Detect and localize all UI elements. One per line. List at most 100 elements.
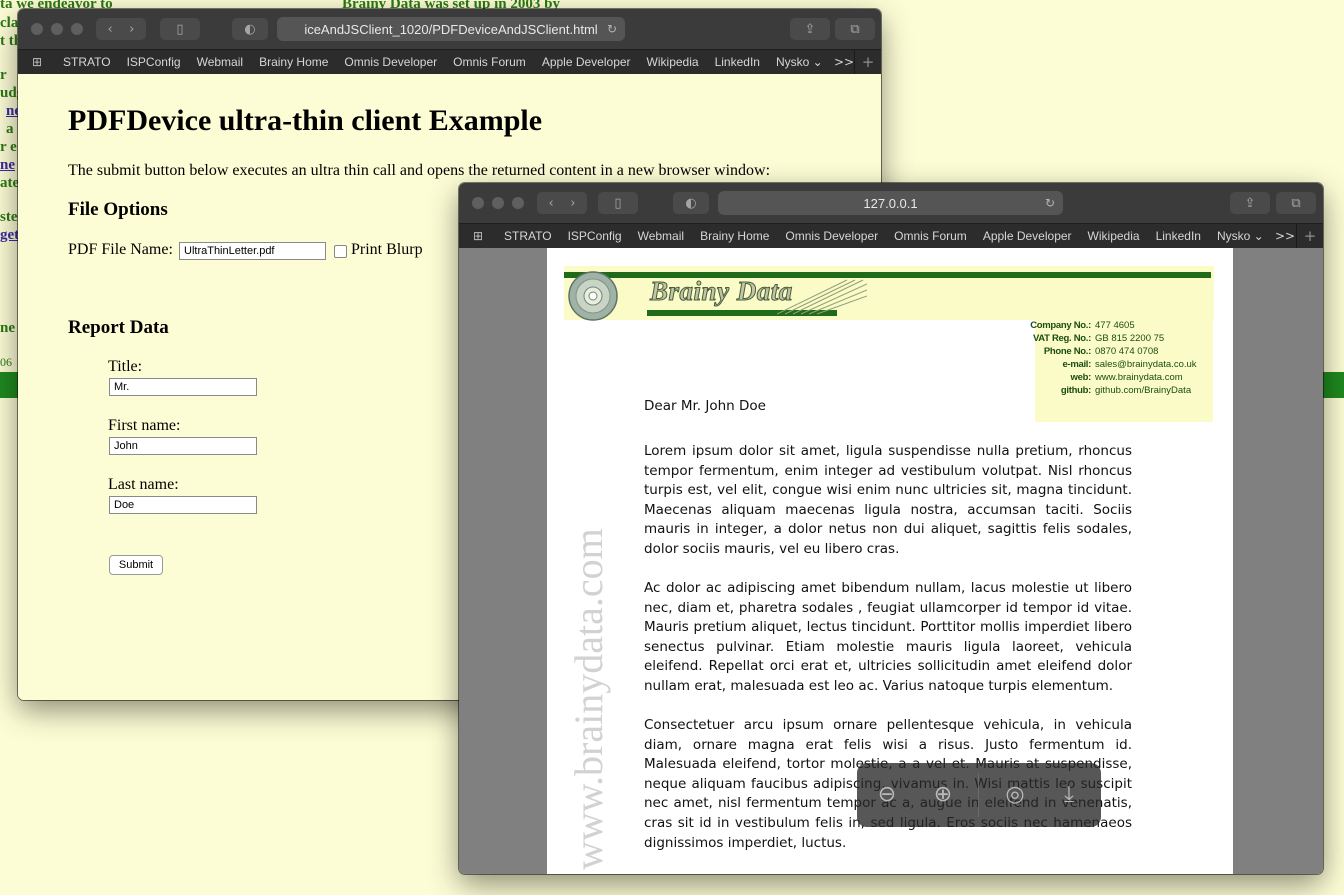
more-bookmarks-button[interactable]: >> <box>834 50 854 74</box>
download-icon[interactable]: ⤓ <box>1047 773 1091 817</box>
tabs-overview-icon[interactable]: ⧉ <box>835 18 875 40</box>
email-label: e-mail: <box>1062 359 1091 370</box>
bookmark-apple-developer[interactable]: Apple Developer <box>975 229 1080 243</box>
submit-button[interactable]: Submit <box>109 555 163 575</box>
print-blurp-checkbox[interactable] <box>334 245 347 258</box>
favorites-grid-icon[interactable]: ⊞ <box>473 229 487 243</box>
bookmark-omnis-developer[interactable]: Omnis Developer <box>777 229 886 243</box>
company-no-label: Company No.: <box>1030 320 1091 331</box>
pdf-viewer: Brainy Data Company No.: 477 4605 VAT Re… <box>459 248 1323 874</box>
close-window-button[interactable] <box>472 197 484 209</box>
letter-paragraph: Ac dolor ac adipiscing amet bibendum nul… <box>644 580 1132 694</box>
url-text: 127.0.0.1 <box>863 195 918 211</box>
bookmark-webmail[interactable]: Webmail <box>189 55 251 69</box>
more-bookmarks-button[interactable]: >> <box>1275 224 1295 248</box>
bookmark-brainy-home[interactable]: Brainy Home <box>692 229 777 243</box>
bookmark-omnis-forum[interactable]: Omnis Forum <box>445 55 534 69</box>
salutation: Dear Mr. John Doe <box>644 398 766 414</box>
github-value: github.com/BrainyData <box>1095 385 1192 396</box>
last-name-input[interactable]: Doe <box>109 496 257 514</box>
bg-text: ste <box>0 209 18 225</box>
title-bar: ‹ › ▯ ◐ iceAndJSClient_1020/PDFDeviceAnd… <box>18 9 881 49</box>
bookmark-ispconfig[interactable]: ISPConfig <box>560 229 630 243</box>
new-tab-icon[interactable]: + <box>1296 224 1323 248</box>
privacy-shield-icon[interactable]: ◐ <box>673 192 709 214</box>
back-forward-buttons[interactable]: ‹ › <box>96 18 146 40</box>
zoom-out-icon[interactable]: ⊖ <box>865 773 909 817</box>
bookmark-omnis-forum[interactable]: Omnis Forum <box>886 229 975 243</box>
minimize-window-button[interactable] <box>51 23 63 35</box>
bookmark-linkedin[interactable]: LinkedIn <box>707 55 768 69</box>
brainy-data-logo: Brainy Data <box>650 276 793 307</box>
browser-window-pdf: ‹ › ▯ ◐ 127.0.0.1 ↻ ⇪ ⧉ ⊞ STRATO ISPConf… <box>459 183 1323 874</box>
url-text: iceAndJSClient_1020/PDFDeviceAndJSClient… <box>304 21 598 37</box>
bg-text: r e <box>0 139 17 155</box>
zoom-window-button[interactable] <box>512 197 524 209</box>
bg-text: cla <box>0 15 19 31</box>
address-bar[interactable]: iceAndJSClient_1020/PDFDeviceAndJSClient… <box>277 17 625 41</box>
first-name-input[interactable]: John <box>109 437 257 455</box>
favorites-grid-icon[interactable]: ⊞ <box>32 55 46 69</box>
title-bar: ‹ › ▯ ◐ 127.0.0.1 ↻ ⇪ ⧉ <box>459 183 1323 223</box>
bg-text: 06 <box>0 355 12 369</box>
bg-green-bar <box>1322 372 1344 398</box>
share-icon[interactable]: ⇪ <box>790 18 830 40</box>
bookmark-strato[interactable]: STRATO <box>496 229 560 243</box>
company-no-value: 477 4605 <box>1095 320 1135 331</box>
bookmark-brainy-home[interactable]: Brainy Home <box>251 55 336 69</box>
share-icon[interactable]: ⇪ <box>1230 192 1270 214</box>
reload-icon[interactable]: ↻ <box>1045 196 1055 210</box>
title-input[interactable]: Mr. <box>109 378 257 396</box>
address-bar[interactable]: 127.0.0.1 ↻ <box>718 191 1063 215</box>
sidebar-toggle-icon[interactable]: ▯ <box>160 18 200 40</box>
tabs-overview-icon[interactable]: ⧉ <box>1276 192 1316 214</box>
bg-text: ne <box>0 320 15 336</box>
bg-link[interactable]: ne <box>0 157 15 174</box>
bookmark-strato[interactable]: STRATO <box>55 55 119 69</box>
bg-link[interactable]: get <box>0 227 19 244</box>
bookmark-linkedin[interactable]: LinkedIn <box>1148 229 1209 243</box>
bookmark-wikipedia[interactable]: Wikipedia <box>1080 229 1148 243</box>
bookmark-webmail[interactable]: Webmail <box>630 229 692 243</box>
close-window-button[interactable] <box>31 23 43 35</box>
vat-reg-value: GB 815 2200 75 <box>1095 333 1165 344</box>
bookmark-omnis-developer[interactable]: Omnis Developer <box>336 55 445 69</box>
phone-value: 0870 474 0708 <box>1095 346 1159 357</box>
github-label: github: <box>1060 385 1091 396</box>
reload-icon[interactable]: ↻ <box>607 22 617 36</box>
open-in-preview-icon[interactable]: ◎ <box>993 773 1037 817</box>
minimize-window-button[interactable] <box>492 197 504 209</box>
privacy-shield-icon[interactable]: ◐ <box>232 18 268 40</box>
bookmarks-list: STRATO ISPConfig Webmail Brainy Home Omn… <box>55 50 831 74</box>
web-value: www.brainydata.com <box>1095 372 1183 383</box>
pdf-file-name-input[interactable]: UltraThinLetter.pdf <box>179 242 326 260</box>
toolbar-divider <box>978 773 979 817</box>
first-name-label: First name: <box>108 417 181 434</box>
print-blurp-label: Print Blurp <box>351 241 423 258</box>
last-name-label: Last name: <box>108 476 179 493</box>
title-label: Title: <box>108 358 143 375</box>
favorites-bar: ⊞ STRATO ISPConfig Webmail Brainy Home O… <box>18 49 881 75</box>
bookmarks-list: STRATO ISPConfig Webmail Brainy Home Omn… <box>496 224 1272 248</box>
page-title: PDFDevice ultra-thin client Example <box>68 104 543 137</box>
bg-text: ate <box>0 175 20 191</box>
bookmark-apple-developer[interactable]: Apple Developer <box>534 55 639 69</box>
bookmark-nysko-folder[interactable]: Nysko ⌄ <box>768 55 831 69</box>
back-forward-buttons[interactable]: ‹ › <box>537 192 587 214</box>
watermark-text: www.brainydata.com <box>566 528 611 870</box>
bookmark-wikipedia[interactable]: Wikipedia <box>639 55 707 69</box>
report-data-heading: Report Data <box>68 317 169 338</box>
forward-icon[interactable]: › <box>129 22 134 37</box>
zoom-in-icon[interactable]: ⊕ <box>921 773 965 817</box>
new-tab-icon[interactable]: + <box>854 50 881 74</box>
back-icon[interactable]: ‹ <box>549 196 554 211</box>
bookmark-ispconfig[interactable]: ISPConfig <box>119 55 189 69</box>
bookmark-nysko-folder[interactable]: Nysko ⌄ <box>1209 229 1272 243</box>
back-icon[interactable]: ‹ <box>108 22 113 37</box>
sidebar-toggle-icon[interactable]: ▯ <box>598 192 638 214</box>
favorites-bar: ⊞ STRATO ISPConfig Webmail Brainy Home O… <box>459 223 1323 249</box>
zoom-window-button[interactable] <box>71 23 83 35</box>
bg-text: r <box>0 67 7 83</box>
forward-icon[interactable]: › <box>570 196 575 211</box>
web-label: web: <box>1070 372 1092 383</box>
